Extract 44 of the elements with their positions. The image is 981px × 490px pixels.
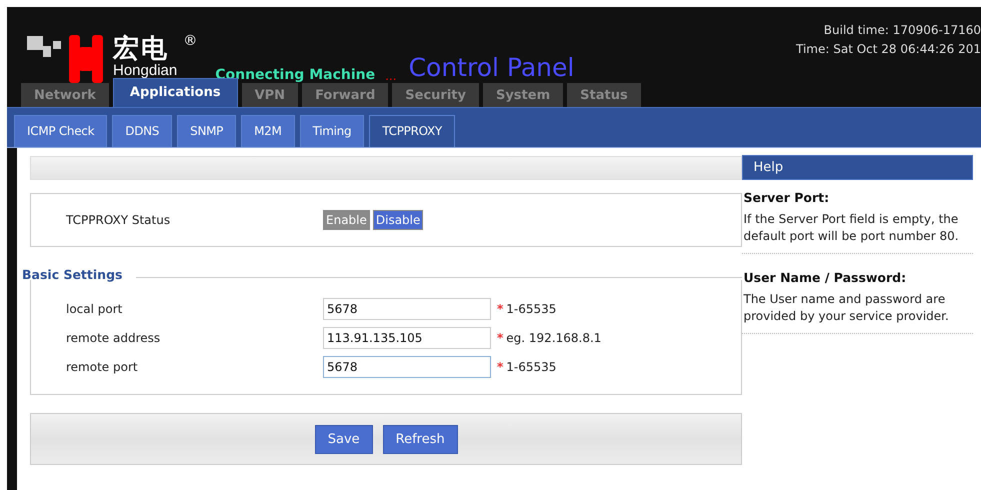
nav-tab[interactable]: Network (21, 83, 109, 107)
help-heading: Server Port: (743, 190, 830, 205)
field-hint: eg. 192.168.8.1 (506, 331, 602, 345)
field-hint: 1-65535 (506, 302, 556, 316)
input-field[interactable]: 113.91.135.105 (323, 327, 491, 349)
field-hint: 1-65535 (506, 360, 556, 374)
action-button[interactable]: Refresh (382, 424, 458, 454)
nav-tab[interactable]: Security (392, 83, 479, 107)
required-mark: * (497, 302, 504, 316)
nav-tab[interactable]: VPN (242, 83, 298, 107)
sub-tab[interactable]: TCPPROXY (369, 115, 455, 147)
sub-tab[interactable]: ICMP Check (14, 115, 108, 147)
build-time: Build time: 170906-17160 (822, 22, 981, 39)
registered-mark: ® (183, 33, 198, 49)
help-heading: User Name / Password: (743, 270, 908, 285)
action-button[interactable]: Save (314, 424, 373, 454)
sub-tab[interactable]: DDNS (112, 115, 172, 147)
ellipsis: ... (385, 69, 397, 83)
input-field[interactable]: 5678 (323, 298, 491, 320)
nav-tab[interactable]: Status (567, 83, 641, 107)
sub-tab[interactable]: Timing (300, 115, 364, 147)
nav-tab[interactable]: System (482, 83, 564, 107)
field-label: remote port (66, 360, 139, 374)
nav-tab[interactable]: Applications (112, 78, 238, 107)
system-time: Time: Sat Oct 28 06:44:26 201 (796, 41, 981, 58)
input-field[interactable]: 5678 (323, 356, 491, 378)
field-label: TCPPROXY Status (66, 213, 172, 227)
section-title: Basic Settings (22, 267, 122, 282)
required-mark: * (497, 360, 504, 374)
sub-tab[interactable]: SNMP (177, 115, 236, 147)
panel-title: Control Panel (408, 53, 574, 83)
help-header: Help (742, 155, 973, 180)
toggle-button[interactable]: Enable (323, 210, 370, 230)
sub-tab[interactable]: M2M (241, 115, 295, 147)
brand-name: 宏电 (113, 35, 170, 63)
nav-tab[interactable]: Forward (302, 83, 388, 107)
brand-name-latin: Hongdian (113, 63, 178, 79)
help-text: The User name and password are provided by your service provider. (743, 291, 950, 325)
field-label: local port (66, 302, 124, 316)
required-mark: * (497, 331, 504, 345)
h-logo-icon (69, 35, 103, 83)
help-text: If the Server Port field is empty, the default port will be port number 80. (743, 211, 960, 245)
field-label: remote address (66, 331, 162, 345)
toggle-button[interactable]: Disable (372, 210, 424, 230)
